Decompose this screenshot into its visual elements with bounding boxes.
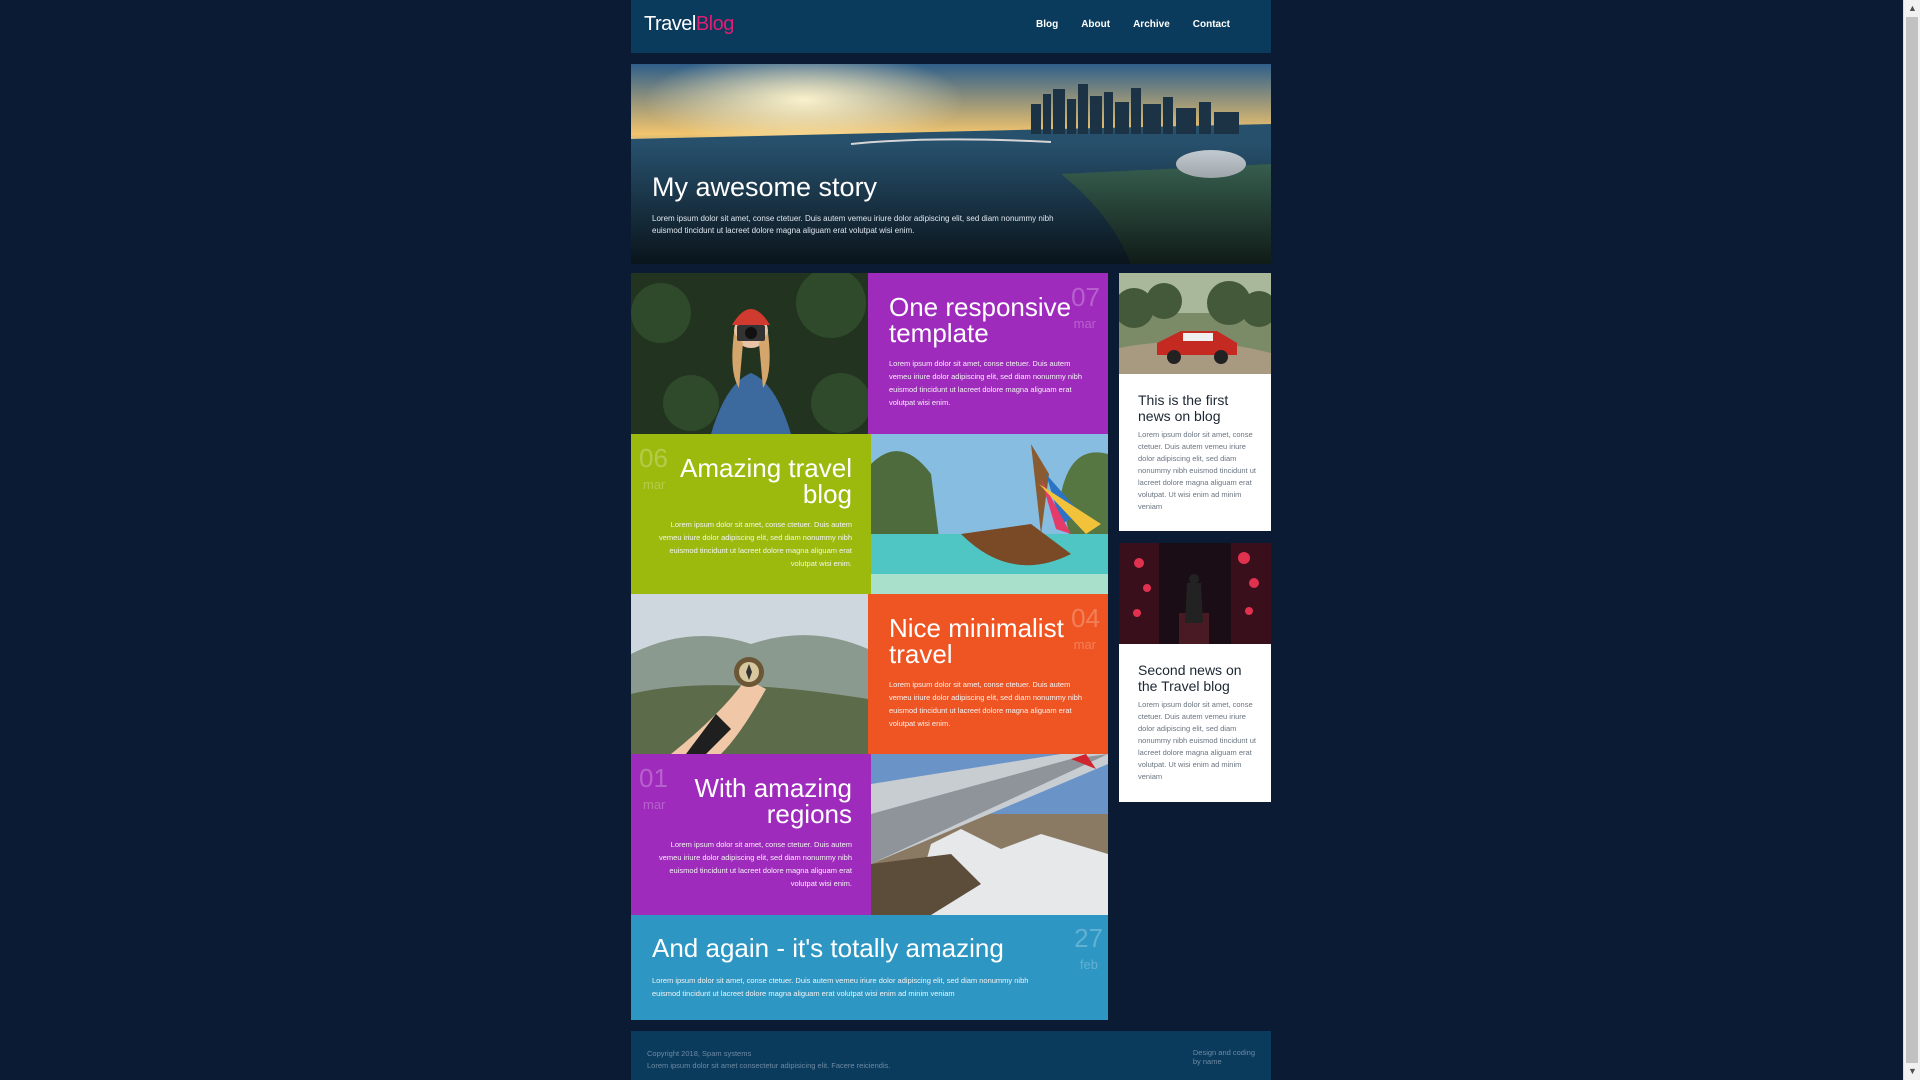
site-header: TravelBlog Blog About Archive Contact — [631, 0, 1271, 53]
hero-banner[interactable]: My awesome story Lorem ipsum dolor sit a… — [631, 64, 1271, 264]
news-card-2-image — [1119, 543, 1271, 644]
photo-tile-photographer[interactable] — [631, 273, 868, 434]
footer-credit-line-1: Design and coding — [1192, 1048, 1255, 1057]
news-card-2[interactable]: Second news on the Travel blog Lorem ips… — [1119, 543, 1271, 802]
post-tile-5-text: Lorem ipsum dolor sit amet, conse ctetue… — [652, 976, 1029, 998]
post-tile-4-text: Lorem ipsum dolor sit amet, conse ctetue… — [658, 840, 852, 888]
post-tile-3[interactable]: Nice minimalist travel 04 mar Lorem ipsu… — [868, 594, 1108, 754]
hero-title[interactable]: My awesome story — [652, 172, 877, 203]
post-tile-5-day: 27 — [1074, 923, 1103, 953]
photo-tile-airplane[interactable] — [871, 754, 1108, 915]
post-tile-5-title[interactable]: And again - it's totally amazing — [652, 935, 1032, 961]
post-tile-1-title[interactable]: One responsive template — [889, 294, 1074, 346]
post-tile-1[interactable]: One responsive template 07 mar Lorem ips… — [868, 273, 1108, 434]
news-card-1[interactable]: This is the first news on blog Lorem ips… — [1119, 273, 1271, 531]
nav-blog[interactable]: Blog — [1036, 19, 1058, 30]
nav-about[interactable]: About — [1081, 19, 1110, 30]
news-card-2-text: Lorem ipsum dolor sit amet, conse ctetue… — [1138, 700, 1256, 781]
scroll-down-arrow-icon[interactable]: ▼ — [1904, 1063, 1920, 1080]
footer-credit-line-2: by name — [1192, 1057, 1222, 1066]
post-tile-5[interactable]: And again - it's totally amazing 27 feb … — [631, 915, 1108, 1020]
boat-image — [871, 434, 1108, 594]
post-tile-3-day: 04 — [1071, 603, 1100, 633]
post-tile-5-month: feb — [1079, 957, 1098, 972]
scroll-up-arrow-icon[interactable]: ▲ — [1904, 0, 1920, 17]
post-tile-1-day: 07 — [1071, 282, 1100, 312]
nav-archive[interactable]: Archive — [1133, 19, 1170, 30]
compass-image — [631, 594, 868, 754]
logo-text-blog: Blog — [695, 13, 735, 35]
page-scrollbar[interactable]: ▲ ▼ — [1903, 0, 1920, 1080]
post-tile-4-title[interactable]: With amazing regions — [677, 775, 853, 827]
post-tile-2-text: Lorem ipsum dolor sit amet, conse ctetue… — [658, 520, 852, 568]
hero-excerpt: Lorem ipsum dolor sit amet, conse ctetue… — [652, 214, 1054, 235]
post-tile-2-title[interactable]: Amazing travel blog — [677, 455, 852, 507]
photo-tile-boat[interactable] — [871, 434, 1108, 594]
post-tile-3-month: mar — [1073, 637, 1096, 652]
footer-tagline: Lorem ipsum dolor sit amet consectetur a… — [647, 1061, 891, 1070]
post-tile-1-month: mar — [1073, 316, 1096, 331]
post-tile-2-day: 06 — [639, 443, 668, 473]
scrollbar-thumb[interactable] — [1906, 17, 1918, 1063]
post-tile-3-text: Lorem ipsum dolor sit amet, conse ctetue… — [889, 680, 1083, 728]
post-tile-2-month: mar — [643, 477, 666, 492]
footer-info: Copyright 2018, Spam systems Lorem ipsum… — [647, 1048, 890, 1072]
news-card-1-text: Lorem ipsum dolor sit amet, conse ctetue… — [1138, 430, 1256, 511]
airplane-wing-image — [871, 754, 1108, 915]
news-card-2-title[interactable]: Second news on the Travel blog — [1138, 662, 1258, 694]
footer-copyright: Copyright 2018, Spam systems — [647, 1049, 752, 1058]
news-card-1-image — [1119, 273, 1271, 374]
photographer-image — [631, 273, 868, 434]
post-tile-4[interactable]: 01 mar With amazing regions Lorem ipsum … — [631, 754, 871, 915]
logo-text-travel: Travel — [644, 13, 696, 35]
site-logo[interactable]: TravelBlog — [644, 13, 734, 36]
news-card-1-title[interactable]: This is the first news on blog — [1138, 392, 1258, 424]
site-footer: Copyright 2018, Spam systems Lorem ipsum… — [631, 1031, 1271, 1080]
post-tile-3-title[interactable]: Nice minimalist travel — [889, 615, 1079, 667]
photo-tile-compass[interactable] — [631, 594, 868, 754]
post-tile-4-month: mar — [643, 797, 666, 812]
footer-credits: Design and coding by name — [1193, 1048, 1255, 1066]
post-tile-1-text: Lorem ipsum dolor sit amet, conse ctetue… — [889, 359, 1083, 407]
nav-contact[interactable]: Contact — [1193, 19, 1230, 30]
post-tile-2[interactable]: 06 mar Amazing travel blog Lorem ipsum d… — [631, 434, 871, 594]
post-tile-4-day: 01 — [639, 763, 668, 793]
main-nav: Blog About Archive Contact — [1036, 19, 1230, 30]
